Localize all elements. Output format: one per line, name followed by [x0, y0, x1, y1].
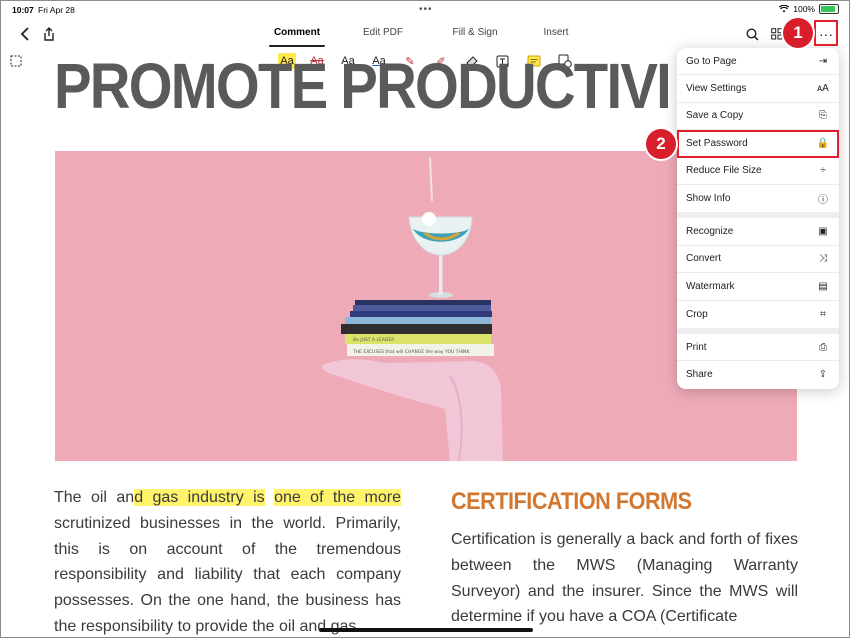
menu-item-label: Print [686, 341, 707, 353]
document-headline: PROMOTE PRODUCTIVI [54, 50, 672, 122]
home-indicator[interactable] [319, 628, 533, 632]
battery-percent: 100% [793, 4, 815, 14]
menu-item-view-settings[interactable]: View Settings ᴀA [677, 75, 839, 103]
section-heading: CERTIFICATION FORMS [451, 488, 692, 515]
paragraph-left: The oil and gas industry is one of the m… [54, 485, 402, 637]
menu-item-reduce-file-size[interactable]: Reduce File Size ÷ [677, 158, 839, 185]
watermark-icon: ▤ [818, 280, 828, 292]
ocr-icon: ▣ [818, 226, 828, 238]
menu-item-go-to-page[interactable]: Go to Page ⇥ [677, 48, 839, 76]
search-icon[interactable] [742, 24, 762, 44]
crop-icon: ⌗ [820, 308, 826, 320]
paragraph-right: Certification is generally a back and fo… [451, 531, 798, 626]
menu-item-label: Reduce File Size [686, 165, 762, 177]
menu-item-label: Convert [686, 253, 722, 265]
compress-icon: ÷ [820, 165, 826, 177]
status-time: 10:07 [12, 5, 34, 15]
status-date: Fri Apr 28 [38, 5, 75, 15]
tab-comment[interactable]: Comment [269, 19, 325, 49]
highlight-annotation[interactable]: one of the more [274, 489, 402, 506]
mode-tabs: Comment Edit PDF Fill & Sign Insert [269, 19, 571, 49]
more-button-highlight [814, 20, 838, 46]
step-badge-1: 1 [783, 18, 813, 48]
menu-item-label: Set Password [686, 137, 748, 149]
menu-item-recognize[interactable]: Recognize ▣ [677, 218, 839, 246]
book-spine-text: THE EXCUSES that will CHANGE the way YOU… [352, 349, 471, 355]
share-icon[interactable] [39, 24, 59, 44]
menu-item-label: Watermark [686, 280, 735, 292]
menu-item-print[interactable]: Print ⎙ [677, 334, 839, 362]
battery-icon [819, 4, 839, 14]
status-right: 100% [779, 4, 839, 14]
menu-item-label: Save a Copy [686, 110, 744, 122]
book-spine-text: Be JUST A LEADER [353, 337, 394, 343]
text-size-icon: ᴀA [817, 83, 829, 95]
step-badge-2: 2 [646, 129, 676, 159]
tab-insert[interactable]: Insert [541, 19, 571, 49]
menu-item-label: Crop [686, 308, 708, 320]
menu-item-label: Recognize [686, 226, 734, 238]
menu-item-watermark[interactable]: Watermark ▤ [677, 273, 839, 301]
menu-item-set-password[interactable]: Set Password 🔒 [677, 130, 839, 158]
menu-item-share[interactable]: Share ⇪ [677, 361, 839, 388]
print-icon: ⎙ [819, 341, 827, 353]
app-window: 10:07 Fri Apr 28 ••• 100% Comment Edit P… [0, 0, 850, 638]
share-icon: ⇪ [818, 369, 828, 381]
tab-edit-pdf[interactable]: Edit PDF [359, 19, 407, 49]
info-icon: ⓘ [818, 195, 828, 207]
menu-item-convert[interactable]: Convert ⤨ [677, 246, 839, 274]
select-area-icon[interactable] [7, 53, 25, 69]
menu-item-label: Go to Page [686, 55, 737, 67]
status-bar: 10:07 Fri Apr 28 ••• 100% [1, 1, 849, 19]
menu-item-label: View Settings [686, 83, 747, 95]
menu-group: Print ⎙ Share ⇪ [677, 334, 839, 389]
more-menu: Go to Page ⇥ View Settings ᴀA Save a Copy ⎘ Se… [677, 48, 839, 389]
menu-item-crop[interactable]: Crop ⌗ [677, 301, 839, 328]
menu-item-label: Show Info [686, 193, 731, 205]
menu-item-show-info[interactable]: Show Info ⓘ [677, 185, 839, 212]
save-copy-icon: ⎘ [819, 110, 827, 122]
lock-icon: 🔒 [816, 137, 830, 149]
top-toolbar: Comment Edit PDF Fill & Sign Insert ··· [1, 19, 849, 49]
text-run [265, 489, 274, 506]
text-run: The oil an [54, 489, 135, 506]
menu-group: Recognize ▣ Convert ⤨ Watermark ▤ Crop ⌗ [677, 218, 839, 334]
multitask-dots-icon[interactable]: ••• [419, 4, 433, 15]
menu-item-save-a-copy[interactable]: Save a Copy ⎘ [677, 103, 839, 131]
wifi-icon [779, 5, 790, 13]
convert-icon: ⤨ [819, 253, 827, 265]
back-icon[interactable] [15, 24, 35, 44]
goto-page-icon: ⇥ [818, 55, 828, 67]
menu-group: Go to Page ⇥ View Settings ᴀA Save a Copy ⎘ Se… [677, 48, 839, 219]
text-run: scrutinized businesses in the world. Pri… [54, 514, 401, 635]
menu-item-label: Share [686, 369, 713, 381]
highlight-annotation[interactable]: d gas industry is [134, 489, 265, 506]
tab-fill-sign[interactable]: Fill & Sign [447, 19, 503, 49]
